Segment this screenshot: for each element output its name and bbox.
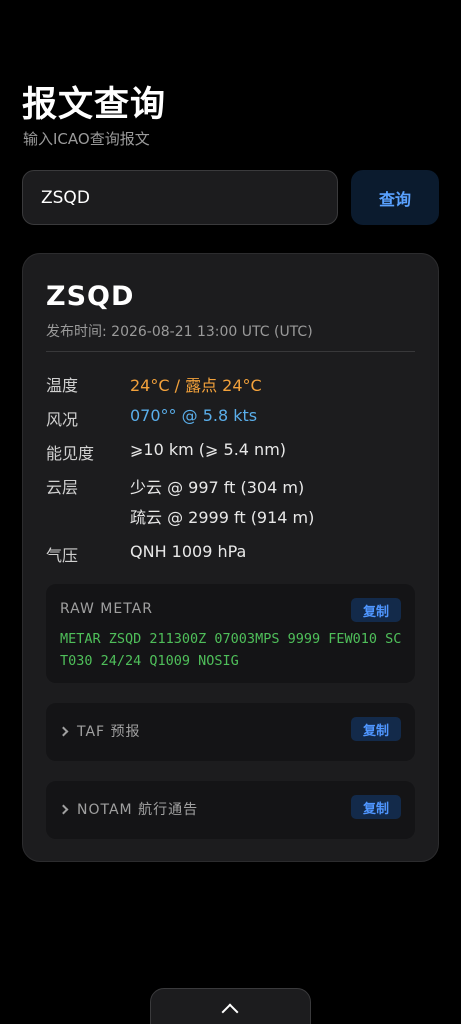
chevron-right-icon: [58, 726, 69, 737]
notam-panel[interactable]: NOTAM 航行通告 复制: [46, 781, 415, 839]
search-button[interactable]: 查询: [351, 170, 439, 225]
raw-metar-text[interactable]: METAR ZSQD 211300Z 07003MPS 9999 FEW010 …: [60, 628, 405, 672]
divider: [46, 351, 415, 352]
cloud-label: 云层: [46, 478, 79, 497]
visibility-label: 能见度: [46, 444, 95, 463]
page-subtitle: 输入ICAO查询报文: [23, 130, 150, 148]
wind-label: 风况: [46, 410, 79, 429]
copy-notam-button[interactable]: 复制: [351, 795, 401, 819]
page-title: 报文查询: [22, 85, 167, 125]
notam-toggle[interactable]: NOTAM 航行通告: [58, 799, 199, 819]
publish-time: 发布时间: 2026-08-21 13:00 UTC (UTC): [46, 324, 313, 340]
cloud-value-2: 疏云 @ 2999 ft (914 m): [130, 508, 315, 527]
copy-taf-button[interactable]: 复制: [351, 717, 401, 741]
taf-title: TAF 预报: [77, 724, 141, 740]
icao-search-input[interactable]: [22, 170, 338, 225]
notam-title: NOTAM 航行通告: [77, 802, 199, 818]
chevron-up-icon: [221, 1003, 239, 1021]
expand-sheet-button[interactable]: [150, 988, 311, 1024]
visibility-value: ⩾10 km (⩾ 5.4 nm): [130, 440, 287, 459]
page: 报文查询 输入ICAO查询报文 查询 ZSQD 发布时间: 2026-08-21…: [0, 0, 461, 1024]
station-code: ZSQD: [46, 281, 135, 312]
pressure-value: QNH 1009 hPa: [130, 542, 247, 561]
cloud-value-1: 少云 @ 997 ft (304 m): [130, 478, 305, 497]
taf-toggle[interactable]: TAF 预报: [58, 721, 141, 741]
temperature-value: 24°C / 露点 24°C: [130, 376, 262, 395]
raw-metar-title: RAW METAR: [60, 601, 153, 617]
raw-metar-panel: RAW METAR 复制 METAR ZSQD 211300Z 07003MPS…: [46, 584, 415, 683]
copy-metar-button[interactable]: 复制: [351, 598, 401, 622]
taf-panel[interactable]: TAF 预报 复制: [46, 703, 415, 761]
metar-result-card: ZSQD 发布时间: 2026-08-21 13:00 UTC (UTC) 温度…: [22, 253, 439, 862]
chevron-right-icon: [58, 804, 69, 815]
wind-value: 070°° @ 5.8 kts: [130, 406, 258, 425]
pressure-label: 气压: [46, 546, 79, 565]
temperature-label: 温度: [46, 376, 79, 395]
